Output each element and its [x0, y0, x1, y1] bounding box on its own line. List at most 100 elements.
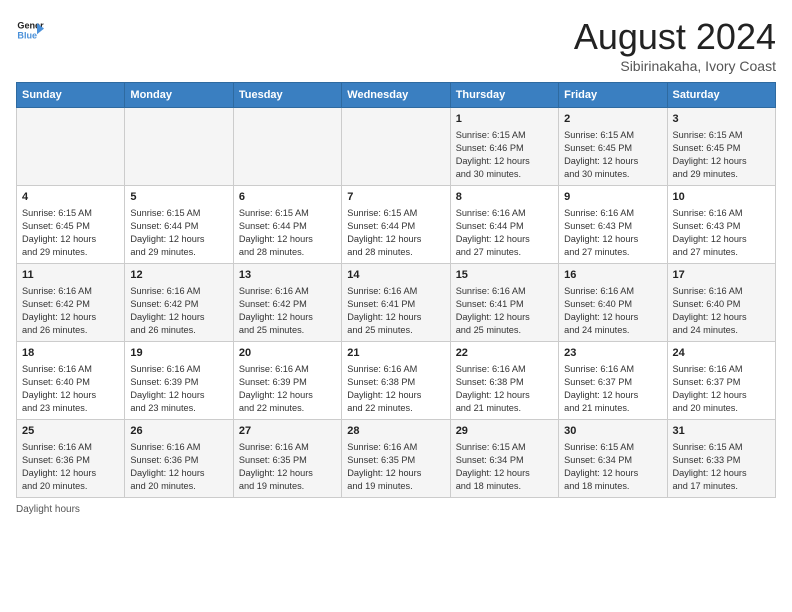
calendar-day-cell: 24Sunrise: 6:16 AM Sunset: 6:37 PM Dayli… [667, 342, 775, 420]
calendar-day-cell: 9Sunrise: 6:16 AM Sunset: 6:43 PM Daylig… [559, 186, 667, 264]
calendar-day-cell: 5 Sunrise: 6:15 AM Sunset: 6:44 PM Daylig… [125, 186, 233, 264]
day-number: 7 [347, 190, 444, 205]
svg-text:Blue: Blue [17, 30, 37, 40]
day-number: 20 [239, 346, 336, 361]
calendar-day-header: Wednesday [342, 83, 450, 108]
day-number: 10 [673, 190, 770, 205]
calendar-table: SundayMondayTuesdayWednesdayThursdayFrid… [16, 82, 776, 498]
day-info: Sunrise: 6:15 AM Sunset: 6:45 PM Dayligh… [673, 129, 770, 181]
day-info: Sunrise: 6:15 AM Sunset: 6:34 PM Dayligh… [456, 441, 553, 493]
calendar-day-cell: 4 Sunrise: 6:15 AM Sunset: 6:45 PM Daylig… [17, 186, 125, 264]
day-number: 29 [456, 424, 553, 439]
day-info: Sunrise: 6:16 AM Sunset: 6:43 PM Dayligh… [564, 207, 661, 259]
day-info: Sunrise: 6:15 AM Sunset: 6:45 PM Dayligh… [22, 207, 119, 259]
calendar-day-cell: 12 Sunrise: 6:16 AM Sunset: 6:42 PM Dayli… [125, 264, 233, 342]
day-number: 30 [564, 424, 661, 439]
calendar-header-row: SundayMondayTuesdayWednesdayThursdayFrid… [17, 83, 776, 108]
calendar-day-header: Sunday [17, 83, 125, 108]
day-info: Sunrise: 6:16 AM Sunset: 6:44 PM Dayligh… [456, 207, 553, 259]
calendar-day-cell: 19Sunrise: 6:16 AM Sunset: 6:39 PM Dayli… [125, 342, 233, 420]
calendar-day-cell: 10 Sunrise: 6:16 AM Sunset: 6:43 PM Dayli… [667, 186, 775, 264]
calendar-day-cell [17, 108, 125, 186]
day-number: 26 [130, 424, 227, 439]
calendar-day-cell: 23 Sunrise: 6:16 AM Sunset: 6:37 PM Dayli… [559, 342, 667, 420]
day-number: 18 [22, 346, 119, 361]
day-info: Sunrise: 6:15 AM Sunset: 6:33 PM Dayligh… [673, 441, 770, 493]
day-info: Sunrise: 6:16 AM Sunset: 6:35 PM Dayligh… [239, 441, 336, 493]
day-info: Sunrise: 6:16 AM Sunset: 6:38 PM Dayligh… [347, 363, 444, 415]
location: Sibirinakaha, Ivory Coast [574, 58, 776, 74]
calendar-week-row: 25 Sunrise: 6:16 AM Sunset: 6:36 PM Dayli… [17, 420, 776, 498]
page-header: General Blue August 2024 Sibirinakaha, I… [16, 16, 776, 74]
day-number: 12 [130, 268, 227, 283]
day-info: Sunrise: 6:16 AM Sunset: 6:41 PM Dayligh… [347, 285, 444, 337]
day-number: 23 [564, 346, 661, 361]
day-number: 11 [22, 268, 119, 283]
day-number: 2 [564, 112, 661, 127]
calendar-day-cell: 18Sunrise: 6:16 AM Sunset: 6:40 PM Dayli… [17, 342, 125, 420]
day-info: Sunrise: 6:16 AM Sunset: 6:40 PM Dayligh… [673, 285, 770, 337]
day-number: 16 [564, 268, 661, 283]
day-number: 27 [239, 424, 336, 439]
day-info: Sunrise: 6:16 AM Sunset: 6:42 PM Dayligh… [239, 285, 336, 337]
day-number: 17 [673, 268, 770, 283]
calendar-day-cell: 20 Sunrise: 6:16 AM Sunset: 6:39 PM Dayli… [233, 342, 341, 420]
calendar-day-header: Saturday [667, 83, 775, 108]
calendar-day-cell: 30 Sunrise: 6:15 AM Sunset: 6:34 PM Dayli… [559, 420, 667, 498]
day-number: 22 [456, 346, 553, 361]
calendar-day-cell: 22 Sunrise: 6:16 AM Sunset: 6:38 PM Dayli… [450, 342, 558, 420]
calendar-day-cell [342, 108, 450, 186]
calendar-day-cell: 6 Sunrise: 6:15 AM Sunset: 6:44 PM Daylig… [233, 186, 341, 264]
day-info: Sunrise: 6:16 AM Sunset: 6:36 PM Dayligh… [22, 441, 119, 493]
day-info: Sunrise: 6:16 AM Sunset: 6:43 PM Dayligh… [673, 207, 770, 259]
calendar-day-cell: 11 Sunrise: 6:16 AM Sunset: 6:42 PM Dayli… [17, 264, 125, 342]
day-info: Sunrise: 6:15 AM Sunset: 6:44 PM Dayligh… [347, 207, 444, 259]
calendar-body: 1 Sunrise: 6:15 AM Sunset: 6:46 PM Daylig… [17, 108, 776, 498]
calendar-day-header: Tuesday [233, 83, 341, 108]
day-number: 21 [347, 346, 444, 361]
day-info: Sunrise: 6:16 AM Sunset: 6:42 PM Dayligh… [22, 285, 119, 337]
day-number: 14 [347, 268, 444, 283]
day-info: Sunrise: 6:15 AM Sunset: 6:34 PM Dayligh… [564, 441, 661, 493]
day-info: Sunrise: 6:15 AM Sunset: 6:44 PM Dayligh… [239, 207, 336, 259]
logo: General Blue [16, 16, 44, 44]
calendar-day-cell: 1 Sunrise: 6:15 AM Sunset: 6:46 PM Daylig… [450, 108, 558, 186]
calendar-day-cell: 28Sunrise: 6:16 AM Sunset: 6:35 PM Dayli… [342, 420, 450, 498]
day-number: 19 [130, 346, 227, 361]
calendar-week-row: 1 Sunrise: 6:15 AM Sunset: 6:46 PM Daylig… [17, 108, 776, 186]
calendar-day-cell: 13 Sunrise: 6:16 AM Sunset: 6:42 PM Dayli… [233, 264, 341, 342]
day-number: 25 [22, 424, 119, 439]
calendar-day-header: Monday [125, 83, 233, 108]
day-info: Sunrise: 6:16 AM Sunset: 6:38 PM Dayligh… [456, 363, 553, 415]
day-info: Sunrise: 6:16 AM Sunset: 6:36 PM Dayligh… [130, 441, 227, 493]
day-number: 13 [239, 268, 336, 283]
calendar-day-cell: 25 Sunrise: 6:16 AM Sunset: 6:36 PM Dayli… [17, 420, 125, 498]
day-number: 1 [456, 112, 553, 127]
calendar-day-header: Friday [559, 83, 667, 108]
calendar-day-cell: 26 Sunrise: 6:16 AM Sunset: 6:36 PM Dayli… [125, 420, 233, 498]
calendar-day-cell: 8Sunrise: 6:16 AM Sunset: 6:44 PM Daylig… [450, 186, 558, 264]
calendar-day-cell: 3 Sunrise: 6:15 AM Sunset: 6:45 PM Daylig… [667, 108, 775, 186]
day-info: Sunrise: 6:16 AM Sunset: 6:41 PM Dayligh… [456, 285, 553, 337]
day-number: 31 [673, 424, 770, 439]
day-number: 5 [130, 190, 227, 205]
calendar-week-row: 4 Sunrise: 6:15 AM Sunset: 6:45 PM Daylig… [17, 186, 776, 264]
day-info: Sunrise: 6:16 AM Sunset: 6:37 PM Dayligh… [673, 363, 770, 415]
day-number: 4 [22, 190, 119, 205]
day-info: Sunrise: 6:16 AM Sunset: 6:37 PM Dayligh… [564, 363, 661, 415]
day-info: Sunrise: 6:15 AM Sunset: 6:46 PM Dayligh… [456, 129, 553, 181]
calendar-week-row: 18Sunrise: 6:16 AM Sunset: 6:40 PM Dayli… [17, 342, 776, 420]
calendar-day-cell: 2Sunrise: 6:15 AM Sunset: 6:45 PM Daylig… [559, 108, 667, 186]
calendar-day-cell: 29 Sunrise: 6:15 AM Sunset: 6:34 PM Dayli… [450, 420, 558, 498]
day-info: Sunrise: 6:15 AM Sunset: 6:44 PM Dayligh… [130, 207, 227, 259]
month-title: August 2024 [574, 16, 776, 58]
calendar-day-cell: 31 Sunrise: 6:15 AM Sunset: 6:33 PM Dayli… [667, 420, 775, 498]
day-info: Sunrise: 6:16 AM Sunset: 6:39 PM Dayligh… [239, 363, 336, 415]
calendar-day-cell: 16 Sunrise: 6:16 AM Sunset: 6:40 PM Dayli… [559, 264, 667, 342]
day-number: 3 [673, 112, 770, 127]
day-info: Sunrise: 6:16 AM Sunset: 6:40 PM Dayligh… [564, 285, 661, 337]
day-info: Sunrise: 6:16 AM Sunset: 6:42 PM Dayligh… [130, 285, 227, 337]
day-number: 6 [239, 190, 336, 205]
day-number: 15 [456, 268, 553, 283]
logo-icon: General Blue [16, 16, 44, 44]
